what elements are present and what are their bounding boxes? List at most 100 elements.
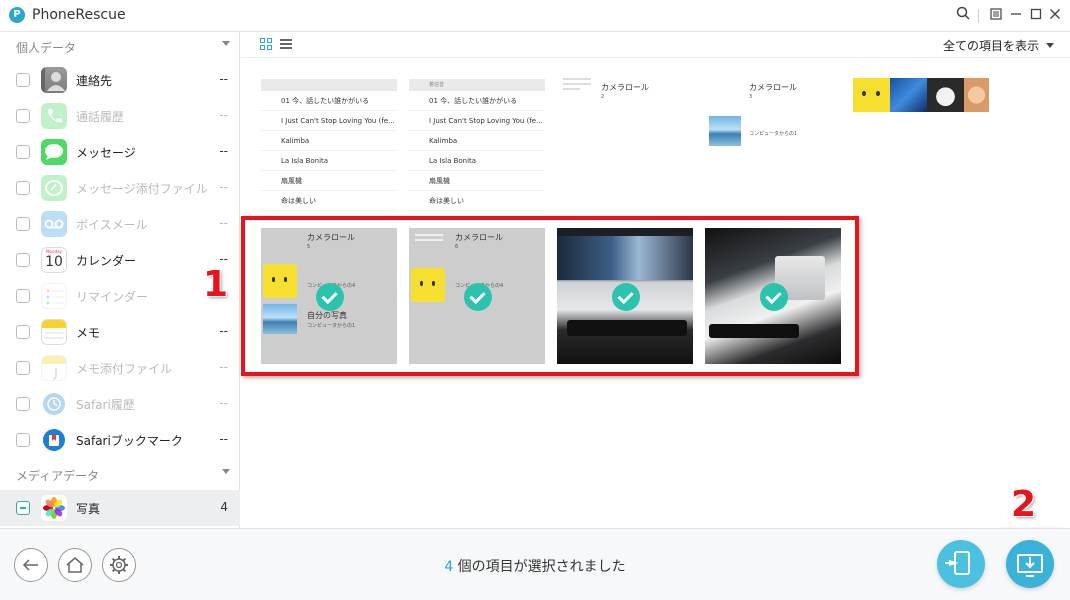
callout-number-2: 2 [1011,484,1037,525]
section-media-label: メディアデータ [16,469,100,483]
sidebar-item-photos[interactable]: 写真 4 [0,490,240,526]
dog-image [964,78,989,112]
checkbox[interactable] [16,325,30,339]
photo-thumbnail[interactable] [853,78,989,112]
callout-number-1: 1 [203,264,229,305]
list-item: Kalimba [409,131,545,151]
sidebar-item-contacts[interactable]: 連絡先 -- [0,62,240,98]
album-count: 3 [749,94,753,100]
checkbox[interactable] [16,361,30,375]
sidebar-item-label: Safariブックマーク [76,434,183,448]
selected-count: 4 [444,559,454,575]
app-title: PhoneRescue [32,7,126,23]
chevron-down-icon [222,41,230,46]
maximize-icon[interactable] [1026,6,1046,26]
menu-icon[interactable] [986,6,1006,26]
sidebar-item-call-history[interactable]: 通話履歴 -- [0,98,240,134]
sidebar-item-safari-history[interactable]: Safari履歴 -- [0,386,240,422]
photo-thumbnail[interactable]: カメラロール 3 コンピュータからの1 [705,72,841,208]
list-view-icon[interactable] [280,38,292,50]
notes-attachment-icon [41,355,67,381]
footer: 4 個の項目が選択されました [0,528,1070,600]
chevron-down-icon [222,469,230,474]
photos-icon [41,495,67,521]
minimize-icon[interactable] [1006,6,1026,26]
safari-bookmark-icon [41,427,67,453]
checkbox[interactable] [16,433,30,447]
music-list-screenshot: 01 今、話したい誰かがいる I Just Can't Stop Loving … [261,79,397,219]
checkbox[interactable] [16,397,30,411]
music-list-header [261,79,397,91]
item-count: -- [219,396,228,410]
item-count: 4 [220,500,228,514]
list-item: I Just Can't Stop Loving You (fe... [261,111,397,131]
sidebar-item-notes-attachments[interactable]: メモ添付ファイル -- [0,350,240,386]
sidebar-item-label: カレンダー [76,254,137,268]
photo-thumbnail[interactable]: カメラロール 2 [557,72,693,208]
titlebar-divider [978,9,979,23]
contacts-icon [41,67,67,93]
sidebar-item-label: 写真 [76,502,101,516]
list-item: La Isla Bonita [409,151,545,171]
cat-image [927,78,964,112]
toolbar-divider [241,57,1070,58]
sidebar-item-voicemail[interactable]: ボイスメール -- [0,206,240,242]
checkbox[interactable] [16,145,30,159]
recover-to-computer-button[interactable] [1006,540,1054,588]
messages-icon [41,139,67,165]
checkbox-partial[interactable] [16,501,30,515]
checkbox[interactable] [16,289,30,303]
list-item: 扇風機 [261,171,397,191]
checkbox[interactable] [16,217,30,231]
item-count: -- [219,72,228,86]
safari-history-icon [41,391,67,417]
selection-status: 4 個の項目が選択されました [0,556,1070,576]
calendar-icon: Monday 10 [41,247,67,273]
section-media-data[interactable]: メディアデータ [0,460,240,488]
sidebar-item-safari-bookmarks[interactable]: Safariブックマーク -- [0,422,240,458]
album-title: カメラロール [601,83,649,92]
item-count: -- [219,324,228,338]
sidebar-item-label: メモ [76,326,101,340]
sidebar-item-label: メッセージ [76,146,136,160]
item-count: -- [219,216,228,230]
item-count: -- [219,144,228,158]
sidebar-item-message-attachments[interactable]: メッセージ添付ファイル -- [0,170,240,206]
album-title: カメラロール [749,83,797,92]
recover-to-device-button[interactable] [937,540,985,588]
list-item: 01 今、話したい誰かがいる [261,91,397,111]
reminders-icon [41,283,67,309]
blue-poster-image [890,78,927,112]
photo-thumbnail[interactable]: 着信音 01 今、話したい誰かがいる I Just Can't Stop Lov… [409,79,545,219]
checkbox[interactable] [16,109,30,123]
list-item: 01 今、話したい誰かがいる [409,91,545,111]
checkbox[interactable] [16,253,30,267]
search-icon[interactable] [953,6,973,26]
section-personal-data[interactable]: 個人データ [0,32,240,60]
list-item: I Just Can't Stop Loving You (fe... [409,111,545,131]
filter-dropdown[interactable]: 全ての項目を表示 [943,37,1039,54]
pikachu-image [853,78,890,112]
close-icon[interactable] [1045,6,1065,26]
checkbox[interactable] [16,73,30,87]
music-list-header: 着信音 [409,79,545,91]
grid-view-icon[interactable] [260,38,272,50]
message-attachment-icon [41,175,67,201]
phone-icon [41,103,67,129]
album-subtitle: コンピュータからの1 [749,131,798,137]
list-item: 命は美しい [261,191,397,211]
sidebar-item-notes[interactable]: メモ -- [0,314,240,350]
item-count: -- [219,180,228,194]
sidebar-item-label: Safari履歴 [76,398,135,412]
app-logo-icon: P [9,7,25,23]
checkbox[interactable] [16,181,30,195]
sidebar-item-label: 連絡先 [76,74,113,88]
photo-thumbnail[interactable]: 01 今、話したい誰かがいる I Just Can't Stop Loving … [261,79,397,219]
sidebar-item-label: リマインダー [76,290,149,304]
album-count: 2 [601,94,605,100]
item-count: -- [219,108,228,122]
voicemail-icon [41,211,67,237]
chevron-down-icon[interactable] [1046,43,1054,48]
album-preview-lines [563,78,591,93]
sidebar-item-messages[interactable]: メッセージ -- [0,134,240,170]
